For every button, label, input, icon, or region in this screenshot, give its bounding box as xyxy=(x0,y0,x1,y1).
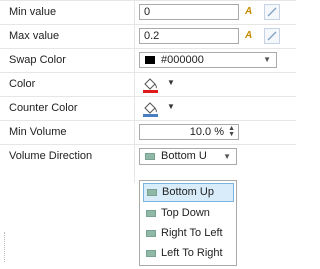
label-counter-color: Counter Color xyxy=(0,97,135,120)
paint-bucket-icon[interactable] xyxy=(141,76,161,93)
row-min-value: Min value 0 A xyxy=(0,1,296,25)
option-bottom-up[interactable]: Bottom Up xyxy=(143,183,234,202)
paint-bucket-icon[interactable] xyxy=(141,100,161,117)
spinner-arrows-icon[interactable]: ▲ ▼ xyxy=(228,125,235,138)
chevron-down-icon[interactable]: ▼ xyxy=(263,53,271,67)
min-volume-spinner[interactable]: 10.0 % ▲ ▼ xyxy=(139,124,239,140)
label-swap-color: Swap Color xyxy=(0,49,135,72)
label-color: Color xyxy=(0,73,135,96)
property-grid: Min value 0 A Max value 0.2 A Swap Color… xyxy=(0,0,296,169)
column-divider xyxy=(134,0,135,183)
row-volume-direction: Volume Direction Bottom U ▼ xyxy=(0,145,296,169)
direction-icon xyxy=(146,250,156,257)
swap-color-combo[interactable]: #000000 ▼ xyxy=(139,52,277,68)
row-counter-color: Counter Color ▼ xyxy=(0,97,296,121)
chevron-down-icon[interactable]: ▼ xyxy=(167,78,175,87)
row-min-volume: Min Volume 10.0 % ▲ ▼ xyxy=(0,121,296,145)
direction-icon xyxy=(146,230,156,237)
label-volume-direction: Volume Direction xyxy=(0,145,135,169)
option-top-down[interactable]: Top Down xyxy=(143,204,234,223)
option-right-to-left[interactable]: Right To Left xyxy=(143,224,234,243)
edit-pen-icon[interactable] xyxy=(264,4,280,20)
label-max-value: Max value xyxy=(0,25,135,48)
direction-icon xyxy=(147,189,157,196)
color-swatch xyxy=(145,56,155,64)
max-value-input[interactable]: 0.2 xyxy=(139,28,239,44)
direction-icon xyxy=(146,210,156,217)
direction-icon xyxy=(145,153,155,160)
volume-direction-value: Bottom U xyxy=(161,150,207,162)
row-swap-color: Swap Color #000000 ▼ xyxy=(0,49,296,73)
min-value-input[interactable]: 0 xyxy=(139,4,239,20)
swap-color-value: #000000 xyxy=(161,54,204,66)
chevron-down-icon[interactable]: ▼ xyxy=(167,102,175,111)
dotted-guide xyxy=(4,232,6,262)
row-max-value: Max value 0.2 A xyxy=(0,25,296,49)
volume-direction-select[interactable]: Bottom U ▼ xyxy=(139,148,237,165)
formula-icon[interactable]: A xyxy=(245,29,259,43)
min-volume-value: 10.0 % xyxy=(189,126,224,138)
formula-icon[interactable]: A xyxy=(245,5,259,19)
row-color: Color ▼ xyxy=(0,73,296,97)
option-left-to-right[interactable]: Left To Right xyxy=(143,244,234,263)
chevron-down-icon[interactable]: ▼ xyxy=(223,149,231,164)
edit-pen-icon[interactable] xyxy=(264,28,280,44)
label-min-volume: Min Volume xyxy=(0,121,135,144)
volume-direction-dropdown: Bottom Up Top Down Right To Left Left To… xyxy=(139,180,237,266)
label-min-value: Min value xyxy=(0,1,135,24)
